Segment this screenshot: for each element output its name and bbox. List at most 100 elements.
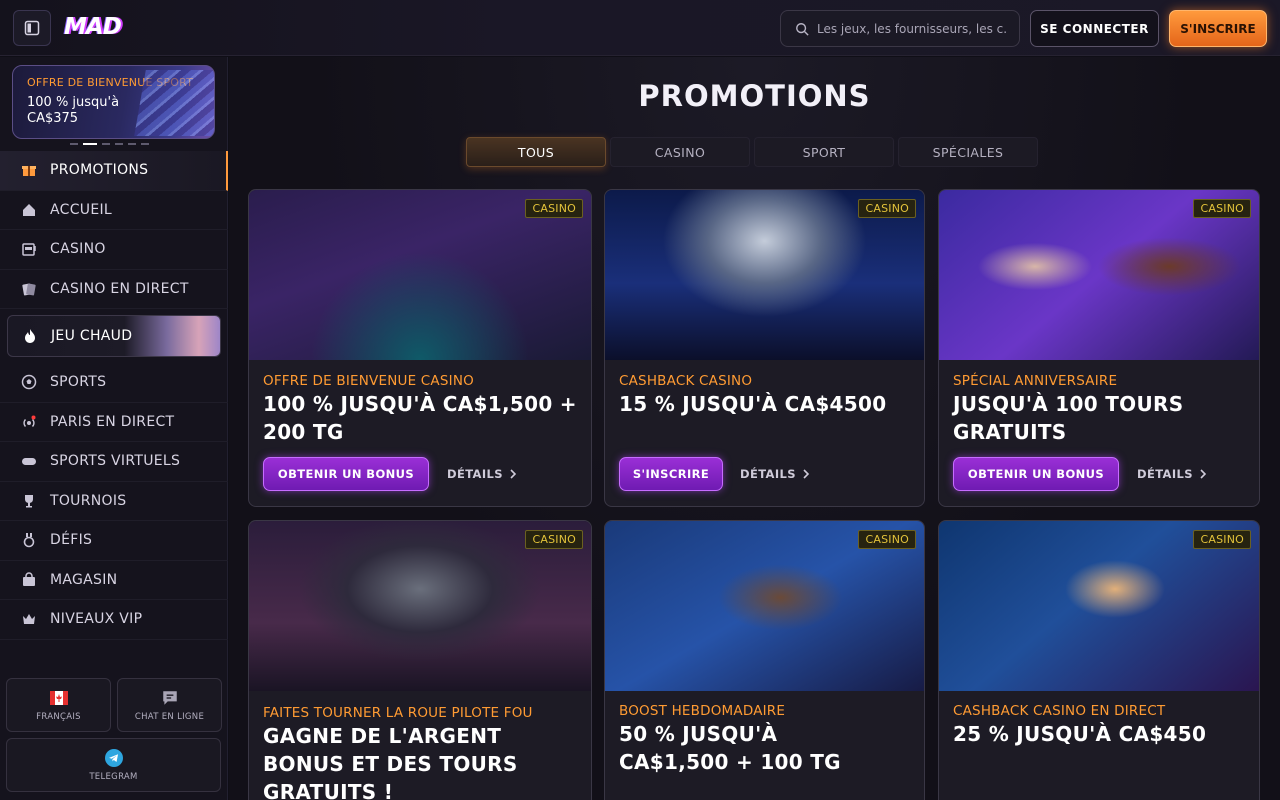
sidebar-item-label: NIVEAUX VIP <box>50 611 143 628</box>
get-bonus-button[interactable]: OBTENIR UN BONUS <box>953 457 1119 491</box>
language-label: FRANÇAIS <box>36 711 81 722</box>
sidebar-item-virtual-sports[interactable]: SPORTS VIRTUELS <box>0 442 228 482</box>
login-button[interactable]: SE CONNECTER <box>1030 10 1159 47</box>
chat-bubble-icon <box>161 689 179 707</box>
tab-specials[interactable]: SPÉCIALES <box>898 137 1038 167</box>
sidebar-item-label: SPORTS <box>50 374 107 391</box>
sidebar-item-home[interactable]: ACCUEIL <box>0 191 228 230</box>
carousel-dot[interactable] <box>128 143 136 145</box>
promo-card-cashback-casino[interactable]: CASINO CASHBACK CASINO 15 % JUSQU'À CA$4… <box>604 189 925 507</box>
search-input[interactable] <box>817 21 1007 36</box>
sidebar-toggle-button[interactable] <box>13 10 51 46</box>
promo-kicker: FAITES TOURNER LA ROUE PILOTE FOU <box>263 705 533 721</box>
details-link[interactable]: DÉTAILS <box>1137 457 1208 491</box>
live-broadcast-icon <box>20 413 38 431</box>
gift-icon <box>20 161 38 179</box>
category-badge: CASINO <box>858 199 916 218</box>
signup-button[interactable]: S'INSCRIRE <box>1169 10 1267 47</box>
sidebar-item-shop[interactable]: MAGASIN <box>0 561 228 600</box>
sidebar-item-label: CASINO <box>50 241 106 258</box>
slot-machine-icon <box>20 240 38 258</box>
banner-carousel-dots[interactable] <box>70 143 149 145</box>
chevron-right-icon <box>1200 469 1207 479</box>
carousel-dot[interactable] <box>115 143 123 145</box>
search-box[interactable] <box>780 10 1020 47</box>
sidebar-item-vip-levels[interactable]: NIVEAUX VIP <box>0 600 228 640</box>
main-content: PROMOTIONS TOUS CASINO SPORT SPÉCIALES C… <box>229 57 1280 800</box>
sidebar-item-label: TOURNOIS <box>50 492 127 509</box>
sidebar-item-label: CASINO EN DIRECT <box>50 280 189 297</box>
sidebar-item-label: JEU CHAUD <box>51 328 133 344</box>
promo-headline: 25 % JUSQU'À CA$450 <box>953 722 1207 746</box>
sidebar-item-tournaments[interactable]: TOURNOIS <box>0 482 228 521</box>
carousel-dot[interactable] <box>102 143 110 145</box>
live-chat-label: CHAT EN LIGNE <box>134 711 205 722</box>
category-badge: CASINO <box>525 530 583 549</box>
telegram-label: TELEGRAM <box>89 771 138 782</box>
tab-casino[interactable]: CASINO <box>610 137 750 167</box>
category-badge: CASINO <box>858 530 916 549</box>
promo-card-anniversary[interactable]: CASINO SPÉCIAL ANNIVERSAIRE JUSQU'À 100 … <box>938 189 1260 507</box>
promo-headline: GAGNE DE L'ARGENT BONUS ET DES TOURS GRA… <box>263 724 518 800</box>
tab-all[interactable]: TOUS <box>466 137 606 167</box>
details-link[interactable]: DÉTAILS <box>740 457 811 491</box>
sidebar: OFFRE DE BIENVENUE SPORT 100 % jusqu'à C… <box>0 57 228 800</box>
sidebar-bottom-buttons: FRANÇAIS CHAT EN LIGNE TELEGRAM <box>6 678 222 792</box>
promo-kicker: SPÉCIAL ANNIVERSAIRE <box>953 373 1118 389</box>
promo-card-welcome-casino[interactable]: CASINO OFFRE DE BIENVENUE CASINO 100 % J… <box>248 189 592 507</box>
medal-icon <box>20 531 38 549</box>
carousel-dot-active[interactable] <box>83 143 97 145</box>
sidebar-item-hot-game[interactable]: JEU CHAUD <box>7 315 221 357</box>
get-bonus-button[interactable]: OBTENIR UN BONUS <box>263 457 429 491</box>
live-chat-button[interactable]: CHAT EN LIGNE <box>117 678 222 732</box>
top-header: MAD SE CONNECTER S'INSCRIRE <box>0 0 1280 56</box>
sidebar-item-label: ACCUEIL <box>50 201 113 218</box>
promo-headline: 15 % JUSQU'À CA$4500 <box>619 392 887 416</box>
sidebar-item-live-casino[interactable]: CASINO EN DIRECT <box>0 270 228 309</box>
details-link[interactable]: DÉTAILS <box>447 457 518 491</box>
carousel-dot[interactable] <box>141 143 149 145</box>
sidebar-item-promotions[interactable]: PROMOTIONS <box>0 151 228 191</box>
telegram-button[interactable]: TELEGRAM <box>6 738 221 792</box>
sidebar-item-live-betting[interactable]: PARIS EN DIRECT <box>0 403 228 442</box>
shopping-bag-icon <box>20 571 38 589</box>
chevron-right-icon <box>803 469 810 479</box>
chevron-right-icon <box>510 469 517 479</box>
promo-card-live-cashback[interactable]: CASINO CASHBACK CASINO EN DIRECT 25 % JU… <box>938 520 1260 800</box>
category-badge: CASINO <box>1193 199 1251 218</box>
gamepad-icon <box>20 452 38 470</box>
sidebar-item-casino[interactable]: CASINO <box>0 230 228 270</box>
promo-kicker: CASHBACK CASINO <box>619 373 753 389</box>
details-label: DÉTAILS <box>447 467 503 481</box>
sidebar-item-label: PROMOTIONS <box>50 162 149 179</box>
promo-kicker: BOOST HEBDOMADAIRE <box>619 703 786 719</box>
tab-sport[interactable]: SPORT <box>754 137 894 167</box>
carousel-dot[interactable] <box>70 143 78 145</box>
sidebar-nav: PROMOTIONS ACCUEIL CASINO CASINO EN DIRE… <box>0 151 228 640</box>
soccer-ball-icon <box>20 373 38 391</box>
banner-decoration <box>134 70 214 136</box>
sidebar-item-label: DÉFIS <box>50 532 93 549</box>
sidebar-item-label: SPORTS VIRTUELS <box>50 453 181 470</box>
canada-flag-icon <box>49 689 68 707</box>
promo-kicker: OFFRE DE BIENVENUE CASINO <box>263 373 474 389</box>
sidebar-item-label: MAGASIN <box>50 571 118 588</box>
brand-logo[interactable]: MAD <box>64 12 122 42</box>
sidebar-item-label: PARIS EN DIRECT <box>50 413 175 430</box>
flame-icon <box>21 327 39 345</box>
signup-card-button[interactable]: S'INSCRIRE <box>619 457 723 491</box>
category-badge: CASINO <box>1193 530 1251 549</box>
language-button[interactable]: FRANÇAIS <box>6 678 111 732</box>
search-icon <box>796 22 809 36</box>
home-icon <box>20 201 38 219</box>
sidebar-item-challenges[interactable]: DÉFIS <box>0 521 228 561</box>
sidebar-item-sports[interactable]: SPORTS <box>0 363 228 403</box>
telegram-icon <box>104 748 123 767</box>
sport-welcome-banner[interactable]: OFFRE DE BIENVENUE SPORT 100 % jusqu'à C… <box>12 65 215 139</box>
promo-card-wheel-spin[interactable]: CASINO FAITES TOURNER LA ROUE PILOTE FOU… <box>248 520 592 800</box>
cards-icon <box>20 280 38 298</box>
category-badge: CASINO <box>525 199 583 218</box>
promo-headline: JUSQU'À 100 TOURS GRATUITS <box>953 392 1184 444</box>
crown-icon <box>20 610 38 628</box>
promo-card-weekly-boost[interactable]: CASINO BOOST HEBDOMADAIRE 50 % JUSQU'À C… <box>604 520 925 800</box>
